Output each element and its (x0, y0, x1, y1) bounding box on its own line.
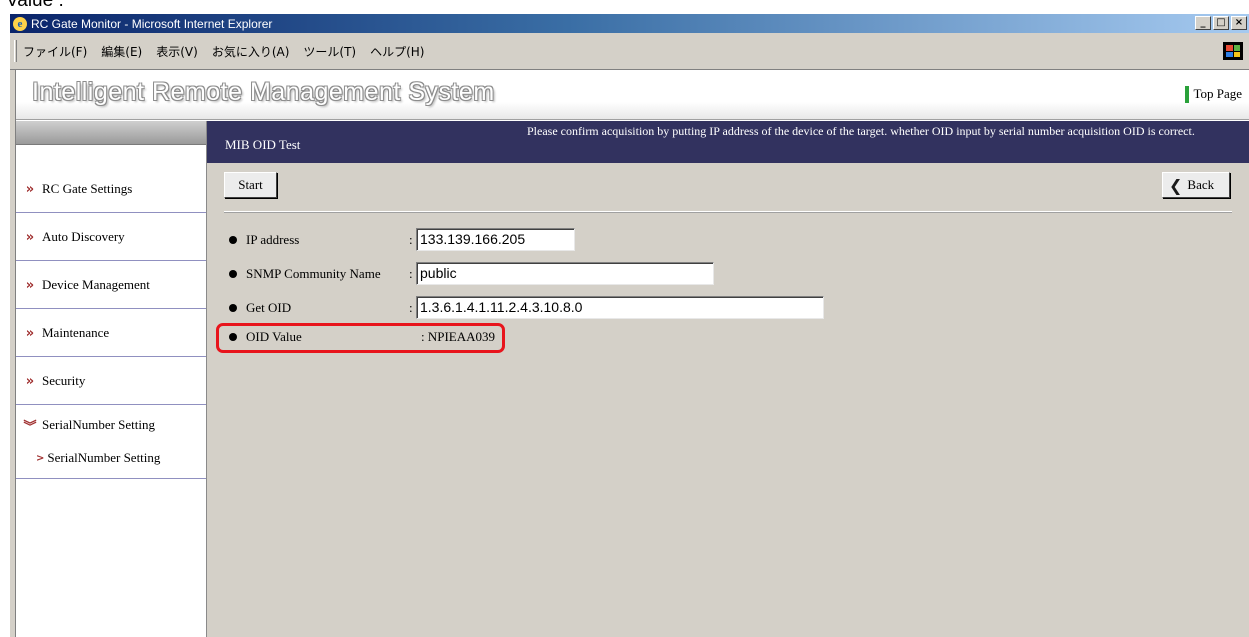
instruction-note: Please confirm acquisition by putting IP… (527, 124, 1195, 138)
toolbar-grip[interactable] (14, 40, 17, 62)
back-button[interactable]: ❮ Back (1162, 172, 1230, 198)
sidebar-item-serialnumber-setting[interactable]: ︾ SerialNumber Setting (16, 406, 206, 444)
sidebar-item-label: SerialNumber Setting (42, 417, 156, 432)
double-chevron-right-icon: » (25, 229, 35, 245)
caption-text: Value : (6, 0, 64, 11)
sidebar-item-label: Device Management (42, 277, 150, 292)
sidebar-item-label: RC Gate Settings (42, 181, 133, 196)
triangle-right-icon: > (36, 452, 45, 464)
sidebar-item-rc-gate-settings[interactable]: » RC Gate Settings (16, 166, 206, 213)
start-button[interactable]: Start (224, 172, 277, 198)
menu-view[interactable]: 表示(V) (156, 43, 198, 60)
sidebar-subitem-serialnumber-setting[interactable]: > SerialNumber Setting (36, 450, 160, 466)
chevron-left-icon: ❮ (1169, 175, 1183, 195)
menu-help[interactable]: ヘルプ(H) (370, 43, 424, 60)
windows-logo-icon (1223, 42, 1243, 60)
menu-edit[interactable]: 編集(E) (101, 43, 142, 60)
double-chevron-right-icon: » (25, 277, 35, 293)
content-header: MIB OID Test Please confirm acquisition … (207, 121, 1249, 163)
page-title: MIB OID Test (225, 137, 301, 152)
window-controls: _ □ × (1195, 16, 1247, 30)
main-content: MIB OID Test Please confirm acquisition … (207, 121, 1249, 637)
double-chevron-down-icon: ︾ (23, 419, 37, 435)
back-button-label: Back (1187, 177, 1215, 192)
sidebar-divider (16, 478, 206, 479)
sidebar-item-label: Auto Discovery (42, 229, 125, 244)
ie-logo-icon: e (13, 16, 27, 31)
divider (224, 211, 1232, 213)
minimize-icon[interactable]: _ (1195, 16, 1211, 30)
top-page-link[interactable]: Top Page (1185, 85, 1242, 103)
ip-address-input[interactable]: 133.139.166.205 (416, 228, 575, 251)
get-oid-label: Get OID (229, 300, 291, 316)
colon: : (409, 266, 413, 281)
bullet-icon (229, 304, 237, 312)
community-name-label-text: SNMP Community Name (246, 266, 381, 281)
sidebar-item-maintenance[interactable]: » Maintenance (16, 310, 206, 357)
colon: : (409, 300, 413, 315)
sidebar-item-security[interactable]: » Security (16, 358, 206, 405)
sidebar: » RC Gate Settings » Auto Discovery » De… (16, 121, 207, 637)
get-oid-label-text: Get OID (246, 300, 292, 315)
sidebar-header (16, 121, 206, 145)
community-name-label: SNMP Community Name (229, 266, 381, 282)
top-page-label: Top Page (1193, 86, 1242, 101)
window-title-bar[interactable]: e RC Gate Monitor - Microsoft Internet E… (10, 14, 1249, 33)
menu-bar: ファイル(F) 編集(E) 表示(V) お気に入り(A) ツール(T) ヘルプ(… (10, 33, 1249, 70)
sidebar-item-auto-discovery[interactable]: » Auto Discovery (16, 214, 206, 261)
colon: : (409, 232, 413, 247)
maximize-icon[interactable]: □ (1213, 16, 1229, 30)
bullet-icon (229, 236, 237, 244)
ip-address-label-text: IP address (246, 232, 300, 247)
sidebar-item-label: Security (42, 373, 86, 388)
highlight-box (216, 323, 505, 353)
community-name-input[interactable]: public (416, 262, 714, 285)
window-title: RC Gate Monitor - Microsoft Internet Exp… (31, 16, 273, 31)
app-title: Intelligent Remote Management System (32, 78, 495, 106)
sidebar-item-device-management[interactable]: » Device Management (16, 262, 206, 309)
ip-address-label: IP address (229, 232, 299, 248)
get-oid-input[interactable]: 1.3.6.1.4.1.11.2.4.3.10.8.0 (416, 296, 824, 319)
double-chevron-right-icon: » (25, 325, 35, 341)
app-header: Intelligent Remote Management System Top… (16, 70, 1249, 120)
menu-tools[interactable]: ツール(T) (303, 43, 356, 60)
menu-file[interactable]: ファイル(F) (23, 43, 87, 60)
double-chevron-right-icon: » (25, 373, 35, 389)
menu-favorites[interactable]: お気に入り(A) (212, 43, 290, 60)
bullet-icon (229, 270, 237, 278)
sidebar-item-label: Maintenance (42, 325, 110, 340)
green-bar-icon (1185, 85, 1190, 103)
sidebar-subitem-label: SerialNumber Setting (47, 450, 161, 465)
double-chevron-right-icon: » (25, 181, 35, 197)
close-icon[interactable]: × (1231, 16, 1247, 30)
